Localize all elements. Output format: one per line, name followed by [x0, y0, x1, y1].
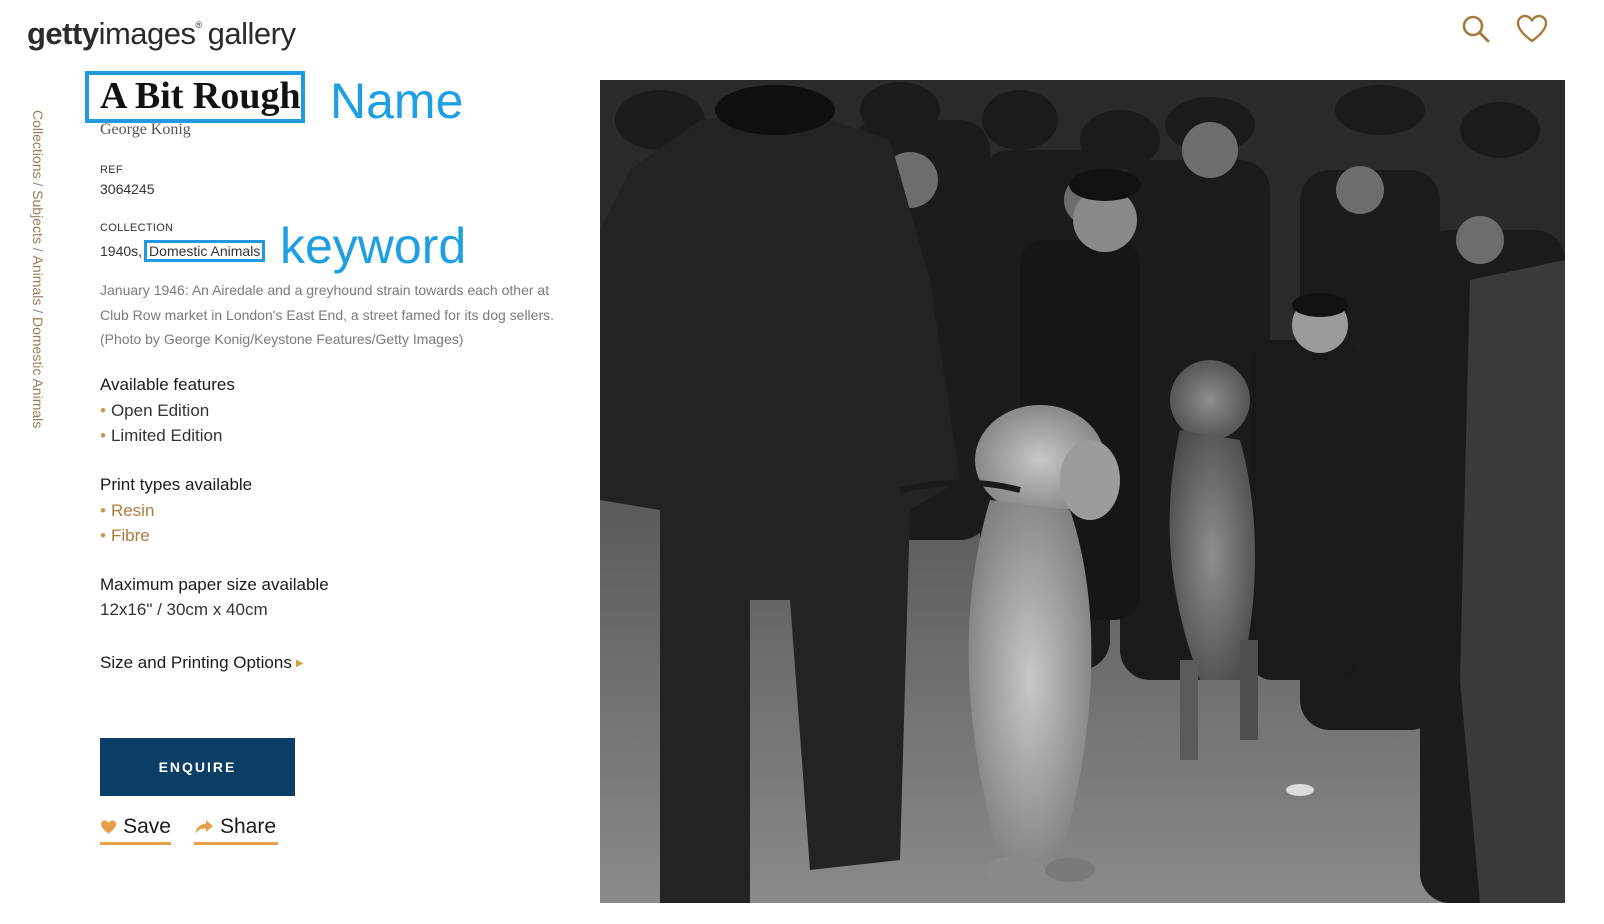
ref-value: 3064245 [100, 181, 155, 197]
share-arrow-icon [195, 820, 213, 834]
save-label: Save [123, 815, 171, 838]
bullet-dot-icon: • [100, 501, 106, 520]
feature-label: Limited Edition [110, 426, 223, 445]
save-button[interactable]: Save [100, 815, 171, 845]
breadcrumb: Collections / Subjects / Animals / Domes… [30, 110, 46, 428]
collection-keyword-domestic-animals[interactable]: Domestic Animals [144, 240, 266, 262]
feature-label: Open Edition [110, 401, 210, 420]
heart-icon[interactable] [1515, 12, 1549, 46]
artwork-title: A Bit Rough [100, 75, 301, 117]
feature-item: • Limited Edition [100, 426, 222, 446]
paper-size-title: Maximum paper size available [100, 575, 329, 594]
breadcrumb-animals[interactable]: Animals [30, 256, 46, 306]
logo-registered-mark: ® [195, 20, 203, 30]
breadcrumb-collections[interactable]: Collections [30, 110, 46, 178]
breadcrumb-separator: / [30, 243, 46, 256]
bullet-dot-icon: • [100, 426, 106, 445]
artist-name: George Konig [100, 121, 191, 138]
artwork-photo[interactable] [600, 80, 1565, 903]
search-icon[interactable] [1459, 12, 1493, 46]
header-actions [1459, 12, 1549, 46]
feature-item: • Open Edition [100, 401, 209, 421]
print-type-label: Resin [110, 501, 155, 520]
breadcrumb-domestic-animals[interactable]: Domestic Animals [30, 317, 46, 428]
enquire-button[interactable]: ENQUIRE [100, 738, 295, 796]
breadcrumb-separator: / [30, 178, 46, 191]
share-label: Share [220, 815, 277, 838]
collection-label: COLLECTION [100, 222, 174, 234]
name-annotation-label: Name [330, 73, 464, 129]
logo-gallery: gallery [207, 16, 296, 51]
print-type-resin[interactable]: • Resin [100, 501, 154, 521]
logo-getty: getty [27, 16, 99, 51]
print-type-fibre[interactable]: • Fibre [100, 526, 150, 546]
ref-label: REF [100, 164, 123, 176]
collection-1940s[interactable]: 1940s, [100, 243, 142, 259]
share-button[interactable]: Share [194, 815, 278, 845]
bullet-dot-icon: • [100, 526, 106, 545]
artwork-description: January 1946: An Airedale and a greyhoun… [100, 282, 555, 347]
paper-size-value: 12x16" / 30cm x 40cm [100, 600, 268, 619]
print-types-title: Print types available [100, 475, 253, 494]
logo-images: images [98, 16, 196, 51]
keyword-annotation-label: keyword [280, 218, 467, 274]
caret-right-icon: ▶ [295, 658, 304, 669]
size-printing-options-link[interactable]: Size and Printing Options ▶ [100, 653, 304, 673]
print-type-label: Fibre [110, 526, 150, 545]
heart-filled-icon [100, 820, 117, 834]
breadcrumb-separator: / [30, 305, 46, 317]
gettyimages-gallery-logo[interactable]: gettyimages® gallery [27, 16, 296, 52]
breadcrumb-subjects[interactable]: Subjects [30, 190, 46, 244]
bullet-dot-icon: • [100, 401, 106, 420]
collection-line: 1940s, Domestic Animals [100, 240, 266, 262]
options-link-label: Size and Printing Options [100, 653, 292, 672]
features-title: Available features [100, 375, 235, 394]
